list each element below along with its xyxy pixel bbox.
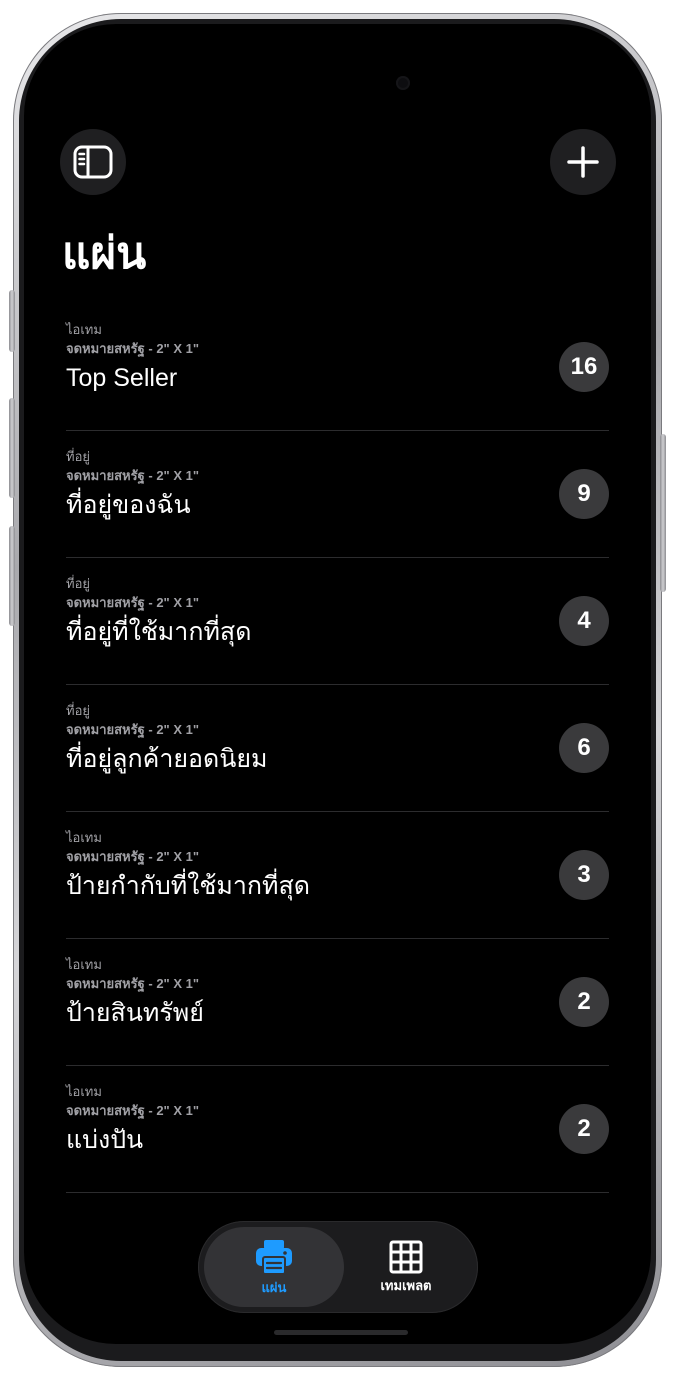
tab-templates[interactable]: เทมเพลต: [336, 1227, 476, 1307]
sheet-kind: ไอเทม: [66, 830, 102, 845]
sheet-row[interactable]: ที่อยู่ จดหมายสหรัฐ - 2" X 1" ที่อยู่ลูก…: [66, 685, 609, 812]
sheet-count-badge: 2: [559, 977, 609, 1027]
sheet-count-badge: 2: [559, 1104, 609, 1154]
grid-icon: [389, 1240, 423, 1274]
action-button: [9, 290, 15, 352]
sheet-kind: ที่อยู่: [66, 449, 90, 464]
sheet-row[interactable]: ไอเทม จดหมายสหรัฐ - 2" X 1" Top Seller 1…: [66, 304, 609, 431]
sheet-row[interactable]: ที่อยู่ จดหมายสหรัฐ - 2" X 1" ที่อยู่ที่…: [66, 558, 609, 685]
sheet-name: ที่อยู่ที่ใช้มากที่สุด: [66, 618, 252, 646]
sheet-count-badge: 16: [559, 342, 609, 392]
sidebar-toggle-button[interactable]: [60, 129, 126, 195]
tab-bar: แผ่น เทมเพลต: [198, 1221, 478, 1313]
tab-label: แผ่น: [261, 1280, 287, 1295]
sheet-name: ป้ายกำกับที่ใช้มากที่สุด: [66, 872, 311, 900]
volume-up-button: [9, 398, 15, 498]
sheet-format: จดหมายสหรัฐ - 2" X 1": [66, 1103, 200, 1118]
sheet-row[interactable]: ไอเทม จดหมายสหรัฐ - 2" X 1" ป้ายกำกับที่…: [66, 812, 609, 939]
sheet-count-badge: 9: [559, 469, 609, 519]
sheet-format: จดหมายสหรัฐ - 2" X 1": [66, 976, 200, 991]
sheet-kind: ไอเทม: [66, 322, 102, 337]
sheet-name: แบ่งปัน: [66, 1126, 144, 1154]
tab-sheets[interactable]: แผ่น: [204, 1227, 344, 1307]
sheet-kind: ไอเทม: [66, 1084, 102, 1099]
sidebar-icon: [73, 145, 113, 179]
sheet-name: ที่อยู่ของฉัน: [66, 491, 191, 519]
sheet-row[interactable]: ไอเทม จดหมายสหรัฐ - 2" X 1" แบ่งปัน 2: [66, 1066, 609, 1193]
page-title: แผ่น: [62, 229, 147, 278]
tab-label: เทมเพลต: [380, 1278, 432, 1293]
volume-down-button: [9, 526, 15, 626]
sheet-name: Top Seller: [66, 364, 178, 392]
sheet-row[interactable]: ที่อยู่ จดหมายสหรัฐ - 2" X 1" ที่อยู่ของ…: [66, 431, 609, 558]
add-button[interactable]: [550, 129, 616, 195]
sheet-count-badge: 6: [559, 723, 609, 773]
sheet-kind: ที่อยู่: [66, 703, 90, 718]
sheet-format: จดหมายสหรัฐ - 2" X 1": [66, 849, 200, 864]
sheet-list: ไอเทม จดหมายสหรัฐ - 2" X 1" Top Seller 1…: [66, 304, 609, 1193]
plus-icon: [567, 146, 599, 178]
printer-icon: [256, 1240, 292, 1275]
sheet-format: จดหมายสหรัฐ - 2" X 1": [66, 722, 200, 737]
sheet-name: ป้ายสินทรัพย์: [66, 999, 204, 1027]
sheet-row[interactable]: ไอเทม จดหมายสหรัฐ - 2" X 1" ป้ายสินทรัพย…: [66, 939, 609, 1066]
sheet-count-badge: 3: [559, 850, 609, 900]
sheet-count-badge: 4: [559, 596, 609, 646]
home-indicator: [274, 1330, 408, 1335]
front-camera: [396, 76, 410, 90]
sheet-kind: ที่อยู่: [66, 576, 90, 591]
app-screen: แผ่น ไอเทม จดหมายสหรัฐ - 2" X 1" Top Sel…: [24, 24, 651, 1344]
sheet-format: จดหมายสหรัฐ - 2" X 1": [66, 595, 200, 610]
sheet-format: จดหมายสหรัฐ - 2" X 1": [66, 341, 200, 356]
sheet-format: จดหมายสหรัฐ - 2" X 1": [66, 468, 200, 483]
sheet-kind: ไอเทม: [66, 957, 102, 972]
sheet-name: ที่อยู่ลูกค้ายอดนิยม: [66, 745, 268, 773]
power-button: [660, 434, 666, 592]
